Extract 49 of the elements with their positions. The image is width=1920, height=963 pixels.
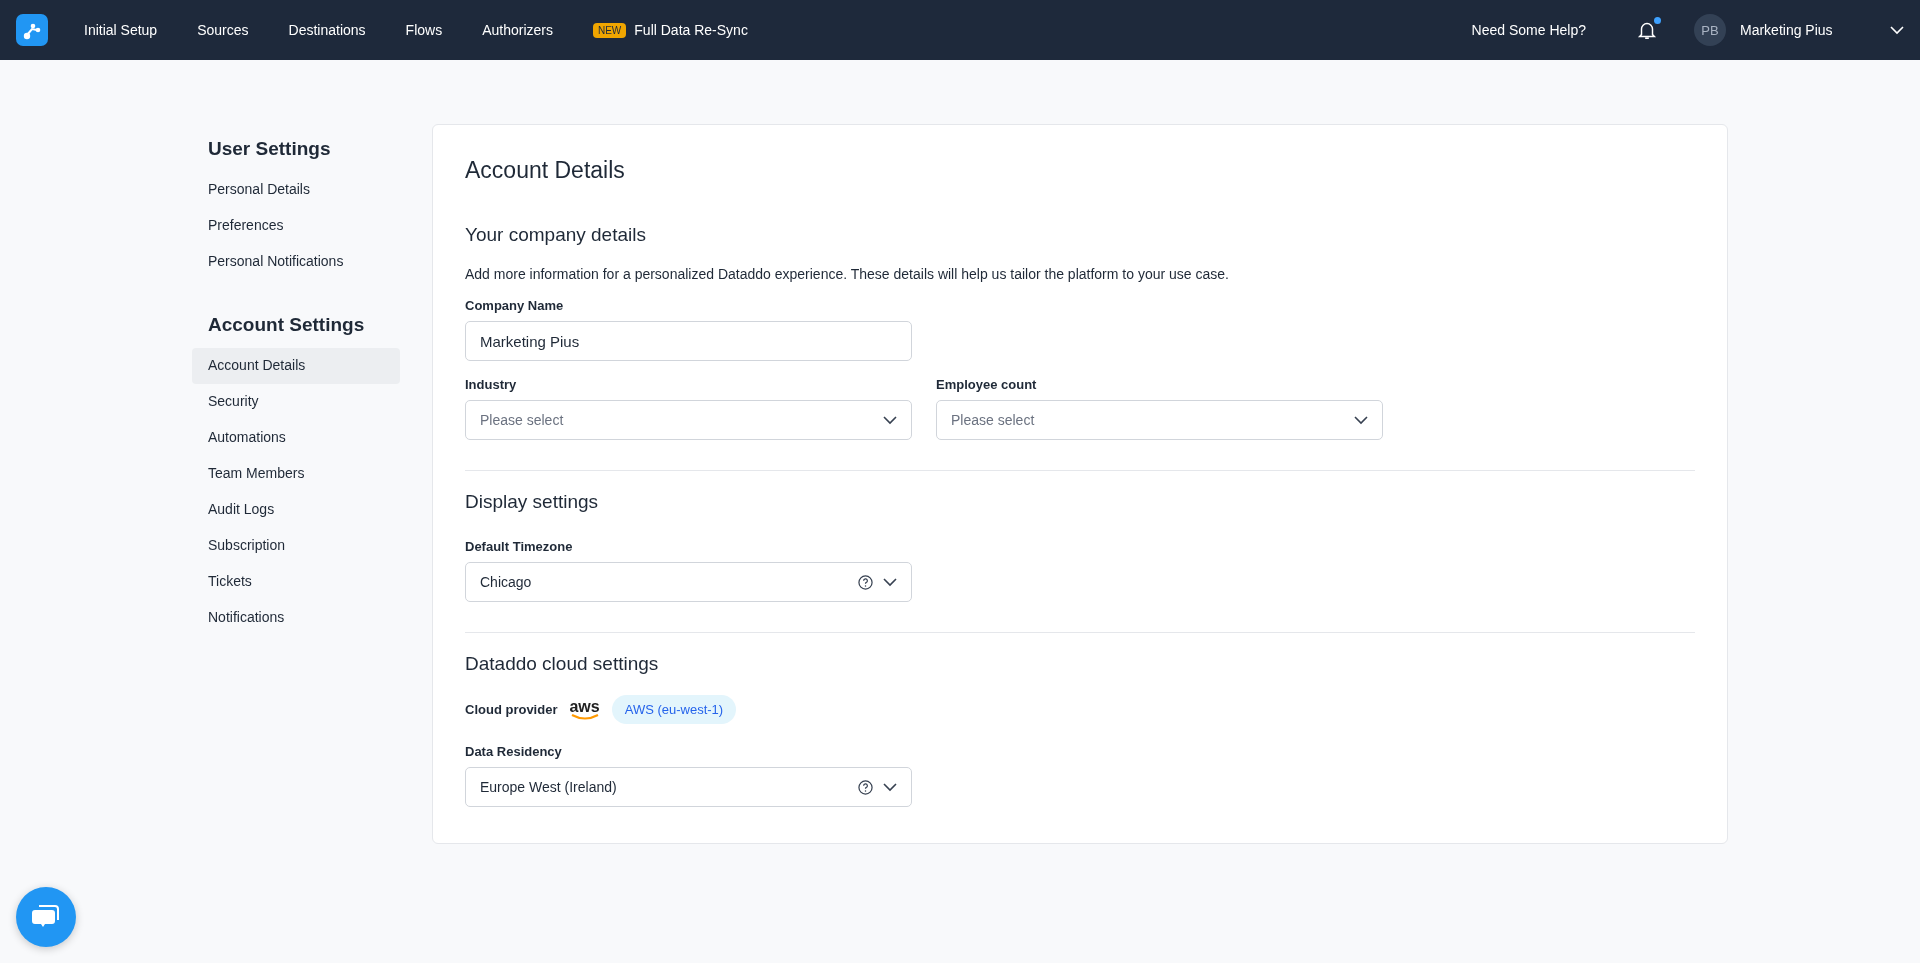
text-input[interactable]: Marketing Pius <box>465 321 912 361</box>
field-label: Data Residency <box>465 744 563 759</box>
chevron-down-icon <box>883 782 897 792</box>
app-logo[interactable] <box>16 14 48 46</box>
sidebar-item[interactable]: Automations <box>192 420 400 456</box>
chevron-down-icon <box>1890 25 1904 35</box>
section-description: Add more information for a personalized Dataddo experience. These details will help us tailor the platform to your use case. <box>465 266 1230 282</box>
sidebar-item[interactable]: Notifications <box>192 600 400 636</box>
sidebar-item[interactable]: Audit Logs <box>192 492 400 528</box>
sidebar-heading: Account Settings <box>208 314 366 336</box>
sidebar-item[interactable]: Personal Notifications <box>192 244 400 280</box>
chevron-down-icon <box>883 415 897 425</box>
section-title: Your company details <box>465 224 647 246</box>
sidebar-item[interactable]: Security <box>192 384 400 420</box>
select-field[interactable]: Chicago <box>465 562 912 602</box>
account-menu[interactable]: PB Marketing Pius <box>1694 14 1904 46</box>
nav-link[interactable]: Initial Setup <box>84 22 158 38</box>
section-title: Display settings <box>465 491 600 513</box>
select-field[interactable]: Please select <box>936 400 1383 440</box>
field-label: Cloud provider <box>465 702 558 717</box>
sidebar-item[interactable]: Tickets <box>192 564 400 600</box>
sidebar-item[interactable]: Personal Details <box>192 172 400 208</box>
region-tag: AWS (eu-west-1) <box>611 695 737 724</box>
chevron-down-icon <box>1354 415 1368 425</box>
chat-button[interactable] <box>16 887 76 947</box>
sidebar-item[interactable]: Preferences <box>192 208 400 244</box>
help-icon[interactable] <box>858 779 873 795</box>
sidebar-heading: User Settings <box>208 138 332 160</box>
help-link[interactable]: Need Some Help? <box>1471 22 1586 38</box>
nav-link[interactable]: Full Data Re-Sync <box>634 22 748 38</box>
chevron-down-icon <box>883 577 897 587</box>
page-title: Account Details <box>465 157 626 184</box>
help-icon[interactable] <box>858 574 873 590</box>
nav-link[interactable]: Sources <box>197 22 249 38</box>
new-badge: NEW <box>592 22 627 38</box>
select-field[interactable]: Europe West (Ireland) <box>465 767 912 807</box>
field-label: Employee count <box>936 377 1038 392</box>
sidebar-item[interactable]: Account Details <box>192 348 400 384</box>
provider-logo: aws <box>569 699 600 720</box>
field-label: Industry <box>465 377 518 392</box>
select-field[interactable]: Please select <box>465 400 912 440</box>
nav-link[interactable]: Flows <box>405 22 443 38</box>
field-label: Default Timezone <box>465 539 574 554</box>
sidebar-item[interactable]: Team Members <box>192 456 400 492</box>
nav-link[interactable]: Destinations <box>288 22 366 38</box>
section-title: Dataddo cloud settings <box>465 653 660 675</box>
sidebar-item[interactable]: Subscription <box>192 528 400 564</box>
nav-link[interactable]: Authorizers <box>482 22 553 38</box>
field-label: Company Name <box>465 298 565 313</box>
